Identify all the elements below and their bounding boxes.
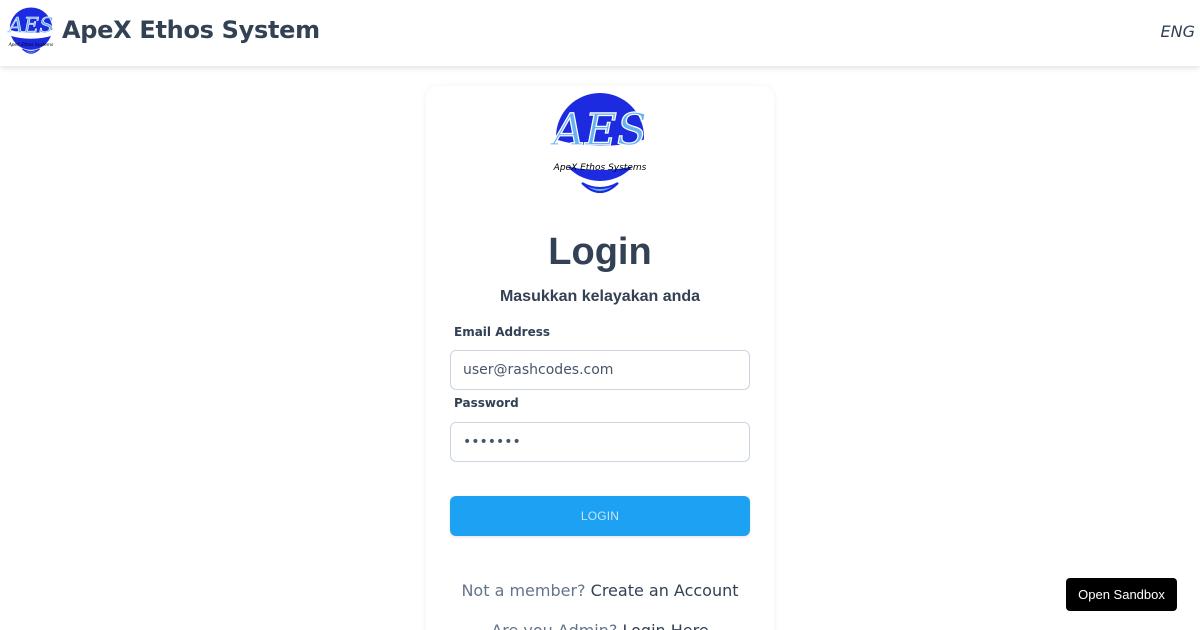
password-field[interactable]: [450, 422, 750, 462]
svg-text:AES: AES: [549, 105, 647, 156]
login-card: AES ApeX Ethos Systems Login Masukkan ke…: [426, 86, 774, 630]
svg-text:ApeX Ethos Systems: ApeX Ethos Systems: [553, 163, 647, 173]
top-navbar: AES ApeX Ethos Systems ApeX Ethos System…: [0, 0, 1200, 66]
email-field[interactable]: [450, 350, 750, 390]
svg-text:AES: AES: [6, 14, 53, 39]
admin-login-link[interactable]: Login Here: [622, 621, 708, 630]
login-button[interactable]: LOGIN: [450, 496, 750, 536]
create-account-link[interactable]: Create an Account: [591, 581, 739, 600]
password-label: Password: [454, 396, 519, 410]
app-title: ApeX Ethos System: [62, 16, 320, 44]
aes-logo-icon[interactable]: AES ApeX Ethos Systems: [4, 7, 58, 59]
svg-text:ApeX Ethos Systems: ApeX Ethos Systems: [8, 42, 54, 48]
open-sandbox-button[interactable]: Open Sandbox: [1066, 578, 1177, 611]
login-title: Login: [548, 231, 652, 273]
admin-prompt-text: Are you Admin?: [491, 621, 617, 630]
create-account-prompt: Not a member? Create an Account: [426, 581, 774, 600]
admin-login-prompt: Are you Admin? Login Here: [426, 621, 774, 630]
language-selector[interactable]: ENG: [1161, 22, 1195, 41]
aes-logo-icon: AES ApeX Ethos Systems: [548, 93, 648, 193]
member-prompt-text: Not a member?: [461, 581, 586, 600]
login-subtitle: Masukkan kelayakan anda: [499, 288, 701, 305]
email-label: Email Address: [454, 325, 551, 339]
